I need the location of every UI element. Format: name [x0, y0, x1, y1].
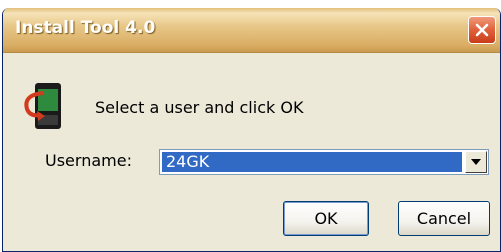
device-install-icon	[24, 83, 61, 129]
username-dropdown[interactable]: 24GK	[159, 149, 489, 175]
install-tool-dialog: Install Tool 4.0 Select a user and click…	[2, 8, 501, 252]
cancel-button[interactable]: Cancel	[398, 201, 490, 236]
chevron-down-icon	[471, 159, 481, 165]
prompt-text: Select a user and click OK	[95, 98, 304, 117]
close-button[interactable]	[468, 16, 496, 44]
username-label: Username:	[45, 151, 132, 170]
ok-button[interactable]: OK	[283, 201, 369, 236]
window-title: Install Tool 4.0	[15, 18, 156, 38]
username-selected-value: 24GK	[162, 152, 462, 172]
close-icon	[475, 23, 489, 37]
dropdown-arrow-button[interactable]	[465, 151, 487, 173]
title-bar[interactable]: Install Tool 4.0	[3, 8, 500, 53]
